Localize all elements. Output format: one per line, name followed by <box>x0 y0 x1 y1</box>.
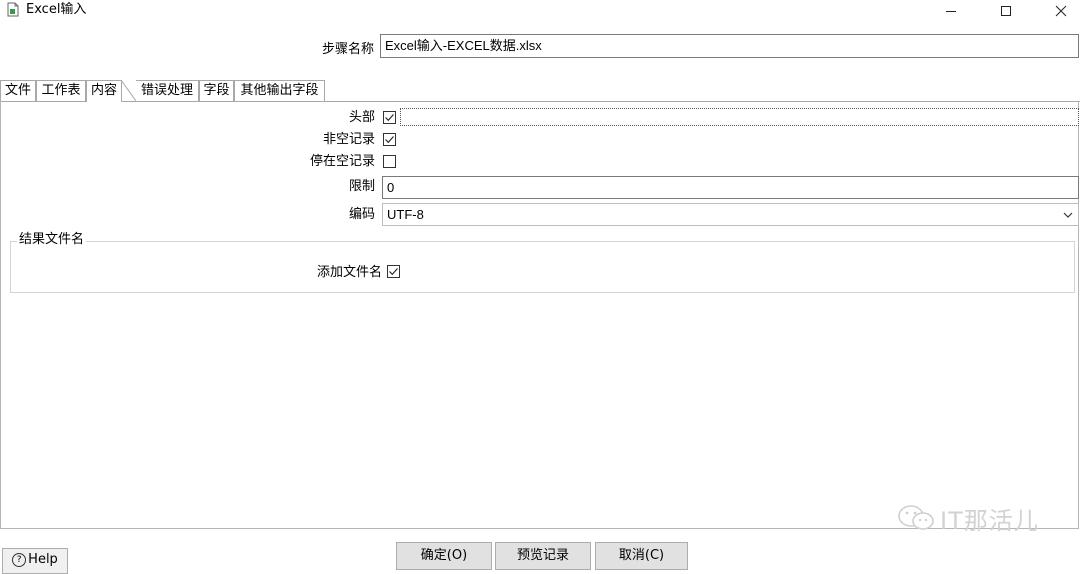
encoding-select[interactable]: UTF-8 <box>382 203 1079 226</box>
encoding-label: 编码 <box>348 207 375 222</box>
tab-file[interactable]: 文件 <box>0 80 36 101</box>
watermark-text: IT那活儿 <box>940 506 1039 535</box>
stop-on-empty-checkbox[interactable] <box>383 155 396 168</box>
maximize-icon <box>1001 6 1011 16</box>
add-filename-checkbox[interactable] <box>387 265 400 278</box>
non-empty-checkbox[interactable] <box>383 133 396 146</box>
wechat-icon <box>898 505 934 530</box>
stop-on-empty-label: 停在空记录 <box>309 154 375 169</box>
help-icon: ? <box>12 552 27 567</box>
result-filename-group-title: 结果文件名 <box>17 232 87 248</box>
result-filename-group <box>10 241 1075 293</box>
chevron-down-icon <box>1063 212 1073 218</box>
maximize-button[interactable] <box>983 0 1029 22</box>
active-tab-slant <box>121 80 137 102</box>
watermark: IT那活儿 <box>896 502 1039 535</box>
help-label: Help <box>28 552 58 567</box>
encoding-value: UTF-8 <box>387 207 424 222</box>
limit-input[interactable]: 0 <box>382 176 1079 199</box>
header-checkbox[interactable] <box>383 111 396 124</box>
window-title: Excel输入 <box>26 2 87 17</box>
help-button[interactable]: ? Help <box>2 548 68 574</box>
minimize-icon <box>946 11 956 12</box>
excel-file-icon <box>7 2 19 17</box>
non-empty-label: 非空记录 <box>322 132 375 147</box>
checkmark-icon <box>385 114 394 122</box>
tab-error-handling[interactable]: 错误处理 <box>136 80 199 101</box>
checkmark-icon <box>389 268 398 276</box>
content-panel <box>0 101 1079 529</box>
tab-fields[interactable]: 字段 <box>199 80 234 101</box>
header-label: 头部 <box>348 110 375 125</box>
close-icon <box>1055 5 1067 17</box>
tab-strip: 文件 工作表 内容 错误处理 字段 其他输出字段 <box>0 80 1080 102</box>
tab-worksheet[interactable]: 工作表 <box>36 80 86 101</box>
limit-label: 限制 <box>348 179 375 194</box>
step-name-label: 步骤名称 <box>321 42 374 57</box>
step-name-input[interactable]: Excel输入-EXCEL数据.xlsx <box>380 34 1079 58</box>
add-filename-label: 添加文件名 <box>316 265 382 280</box>
minimize-button[interactable] <box>928 0 974 22</box>
tab-content[interactable]: 内容 <box>86 80 122 102</box>
header-focus-field[interactable] <box>400 108 1079 126</box>
close-button[interactable] <box>1038 0 1080 22</box>
title-bar: Excel输入 <box>0 0 1080 22</box>
checkmark-icon <box>385 136 394 144</box>
tab-other-output-fields[interactable]: 其他输出字段 <box>234 80 325 101</box>
